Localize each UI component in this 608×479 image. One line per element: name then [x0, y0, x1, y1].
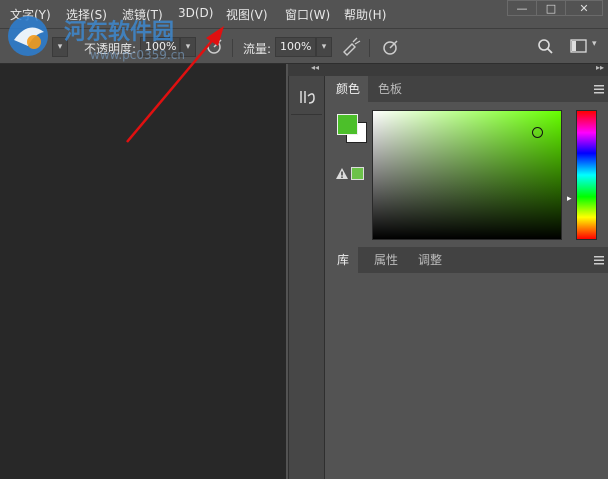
tab-color[interactable]: 颜色 — [328, 76, 369, 102]
panel-menu-icon[interactable] — [594, 85, 604, 94]
tab-properties[interactable]: 属性 — [366, 247, 406, 273]
foreground-color-swatch[interactable] — [337, 114, 358, 135]
minimize-icon: — — [516, 1, 528, 15]
expand-icon[interactable]: ▸▸ — [596, 63, 604, 72]
watermark-logo — [8, 16, 48, 56]
chevron-down-icon[interactable]: ▾ — [592, 39, 597, 49]
hue-slider[interactable] — [576, 110, 597, 240]
chevron-down-icon: ▾ — [321, 42, 327, 52]
flow-field[interactable]: 100% — [275, 37, 316, 57]
tab-adjustments[interactable]: 调整 — [410, 247, 450, 273]
menu-window[interactable]: 窗口(W) — [285, 6, 330, 23]
gamut-warning-icon — [336, 168, 348, 179]
libraries-panel-body — [328, 273, 608, 479]
websafe-color-swatch[interactable] — [351, 167, 364, 180]
color-panel-tabs: 颜色 色板 — [328, 76, 608, 102]
workspace-icon[interactable] — [570, 39, 588, 54]
panel-collapse-strip: ◂◂ ▸▸ — [288, 63, 608, 76]
menu-help[interactable]: 帮助(H) — [344, 6, 386, 23]
tab-libraries[interactable]: 库 — [328, 247, 359, 273]
tab-swatches[interactable]: 色板 — [370, 76, 410, 102]
color-field[interactable] — [372, 110, 562, 240]
color-picker-marker[interactable] — [532, 127, 543, 138]
airbrush-icon[interactable] — [340, 36, 362, 58]
panel-menu-icon[interactable] — [594, 256, 604, 265]
minimize-button[interactable]: — — [507, 0, 537, 16]
close-button[interactable]: ✕ — [565, 0, 603, 16]
lower-panel-tabs: 库 属性 调整 — [328, 247, 608, 273]
pressure-icon[interactable] — [204, 37, 224, 57]
menu-view[interactable]: 视图(V) — [226, 6, 268, 23]
restore-icon: □ — [545, 1, 557, 15]
search-icon[interactable] — [536, 38, 554, 56]
pressure-size-icon[interactable] — [380, 37, 400, 57]
flow-dropdown[interactable]: ▾ — [316, 37, 332, 57]
flow-label: 流量: — [243, 42, 272, 56]
collapse-icon[interactable]: ◂◂ — [311, 63, 319, 72]
close-icon: ✕ — [579, 1, 589, 15]
watermark-title: 河东软件园 — [64, 19, 175, 45]
color-panel: ▸ — [328, 102, 608, 244]
watermark-url: www.pc0359.cn — [90, 48, 185, 62]
restore-button[interactable]: □ — [536, 0, 566, 16]
collapsed-panel-column — [288, 76, 325, 479]
history-icon[interactable] — [298, 88, 316, 106]
hue-slider-handle[interactable]: ▸ — [567, 194, 572, 204]
document-canvas[interactable] — [0, 64, 286, 479]
watermark: 河东软件园 www.pc0359.cn — [4, 8, 204, 68]
